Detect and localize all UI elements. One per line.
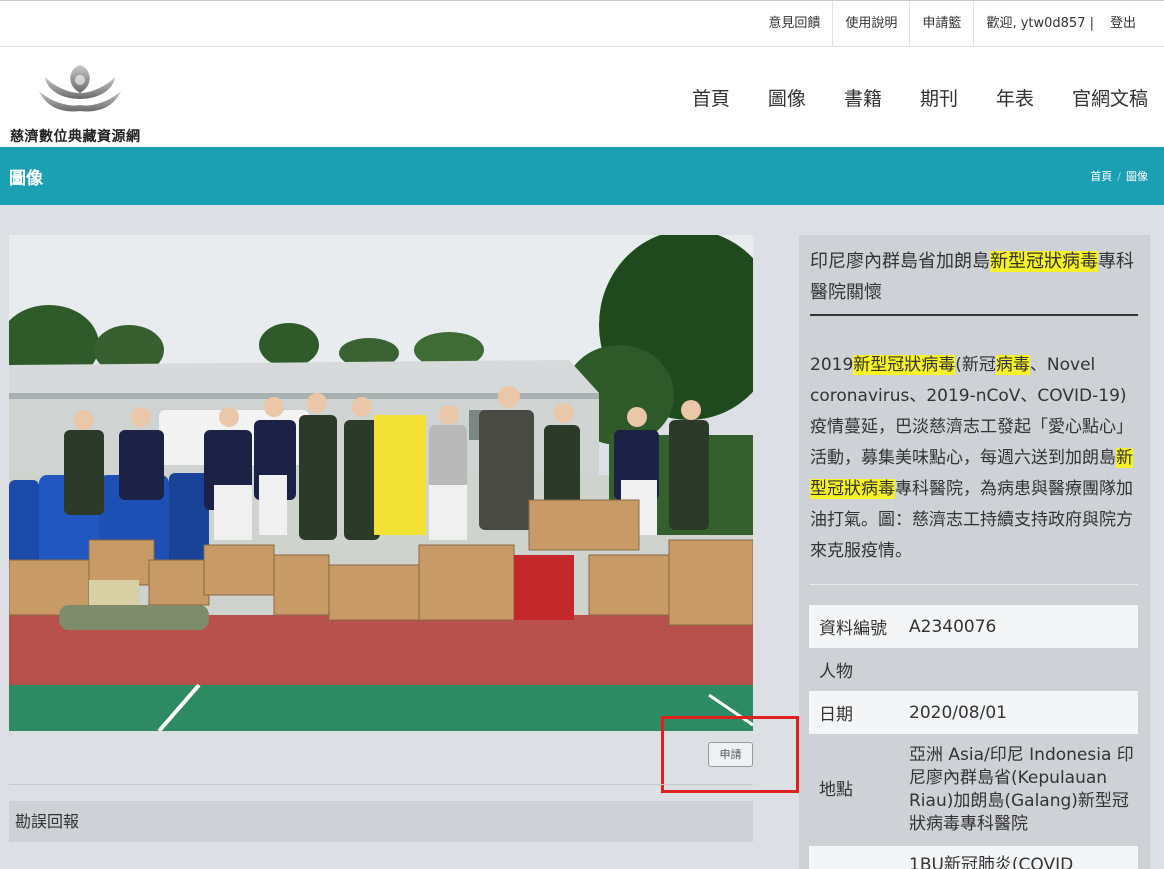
breadcrumb-separator-icon: / <box>1117 169 1121 183</box>
nav-website-articles[interactable]: 官網文稿 <box>1072 84 1148 111</box>
field-value: 1BU新冠肺炎(COVID <box>909 855 1074 869</box>
record-title: 印尼廖內群島省加朗島新型冠狀病毒專科醫院關懷 <box>810 246 1140 308</box>
field-value: 亞洲 Asia/印尼 Indonesia 印尼廖內群島省(Kepulauan R… <box>909 745 1134 834</box>
record-details-panel: 印尼廖內群島省加朗島新型冠狀病毒專科醫院關懷 2019新型冠狀病毒(新冠病毒、N… <box>799 235 1150 869</box>
text-run: 2019 <box>810 355 854 375</box>
search-highlight: 病毒 <box>995 355 1030 375</box>
feedback-link[interactable]: 意見回饋 <box>756 1 832 47</box>
nav-periodicals[interactable]: 期刊 <box>920 84 958 111</box>
field-label: 地點 <box>819 779 853 800</box>
field-row-subject: 1BU新冠肺炎(COVID <box>809 846 1138 869</box>
divider <box>810 584 1138 585</box>
field-label: 資料編號 <box>819 619 887 639</box>
record-description: 2019新型冠狀病毒(新冠病毒、Novel coronavirus、2019-n… <box>810 350 1140 567</box>
divider <box>9 784 753 785</box>
breadcrumb-images[interactable]: 圖像 <box>1126 168 1148 184</box>
error-report-bar[interactable]: 勘誤回報 <box>9 801 753 842</box>
breadcrumb-home[interactable]: 首頁 <box>1090 168 1112 184</box>
field-label: 日期 <box>819 705 853 725</box>
field-row-person: 人物 <box>809 648 1138 691</box>
field-row-date: 日期 2020/08/01 <box>809 691 1138 734</box>
search-highlight: 新型冠狀病毒 <box>853 355 956 375</box>
nav-chronology[interactable]: 年表 <box>996 84 1034 111</box>
photo-illustration <box>9 235 753 731</box>
title-rule <box>810 314 1138 316</box>
logout-link[interactable]: 登出 <box>1100 1 1150 47</box>
breadcrumb: 首頁 / 圖像 <box>1090 168 1148 184</box>
nav-images[interactable]: 圖像 <box>768 84 806 111</box>
field-label <box>809 854 909 869</box>
section-title: 圖像 <box>9 169 43 189</box>
utility-bar: 意見回饋 使用說明 申請籃 歡迎, ytw0d857 | 登出 <box>0 0 1164 47</box>
text-run: (新冠 <box>955 355 996 375</box>
site-logo[interactable]: 慈濟數位典藏資源網 <box>10 61 155 145</box>
application-basket-link[interactable]: 申請籃 <box>909 1 973 47</box>
site-header: 慈濟數位典藏資源網 首頁 圖像 書籍 期刊 年表 官網文稿 <box>0 47 1164 147</box>
field-value: 2020/08/01 <box>909 702 1007 723</box>
site-name: 慈濟數位典藏資源網 <box>10 129 141 145</box>
search-highlight: 新型冠狀病毒 <box>990 251 1098 272</box>
help-link[interactable]: 使用說明 <box>832 1 909 47</box>
field-label: 人物 <box>819 662 853 682</box>
section-bar: 圖像 首頁 / 圖像 <box>0 147 1164 205</box>
annotation-highlight-box <box>661 716 799 793</box>
utility-links: 意見回饋 使用說明 申請籃 歡迎, ytw0d857 | 登出 <box>756 1 1150 47</box>
lotus-logo-icon <box>39 65 121 112</box>
field-value: A2340076 <box>909 616 997 637</box>
text-run: 印尼廖內群島省加朗島 <box>810 251 990 272</box>
record-photo[interactable] <box>9 235 753 731</box>
field-row-id: 資料編號 A2340076 <box>809 605 1138 648</box>
field-row-location: 地點 亞洲 Asia/印尼 Indonesia 印尼廖內群島省(Kepulaua… <box>809 734 1138 846</box>
welcome-user: 歡迎, ytw0d857 | <box>973 1 1100 47</box>
nav-home[interactable]: 首頁 <box>692 84 730 111</box>
main-nav: 首頁 圖像 書籍 期刊 年表 官網文稿 <box>654 47 1148 147</box>
nav-books[interactable]: 書籍 <box>844 84 882 111</box>
metadata-table: 資料編號 A2340076 人物 日期 2020/08/01 地點 亞洲 Asi… <box>809 605 1138 869</box>
